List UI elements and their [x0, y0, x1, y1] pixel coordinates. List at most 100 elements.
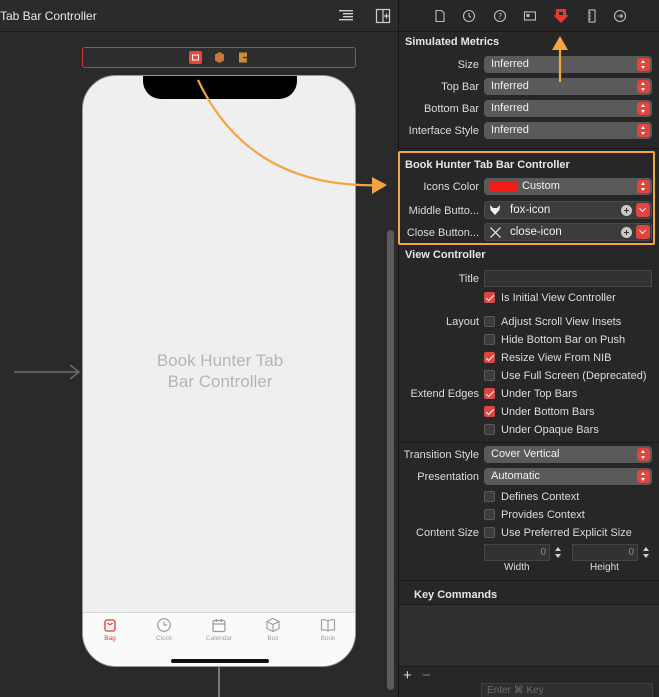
history-icon[interactable]	[462, 9, 476, 23]
add-editor-icon[interactable]	[375, 8, 391, 24]
clock-icon	[157, 618, 171, 632]
defines-context-checkbox[interactable]	[484, 491, 495, 502]
hide-bottom-bar-checkbox[interactable]	[484, 334, 495, 345]
adjust-scroll-insets-checkbox[interactable]	[484, 316, 495, 327]
canvas-scrollbar[interactable]	[387, 230, 394, 690]
first-responder-icon[interactable]	[213, 51, 226, 64]
transition-style-popup[interactable]: Cover Vertical	[484, 446, 652, 463]
popup-stepper-icon	[637, 58, 650, 71]
file-icon[interactable]	[433, 9, 447, 23]
presentation-popup[interactable]: Automatic	[484, 468, 652, 485]
storyboard-canvas[interactable]: Tab Bar Controller Book Hunter Tab Bar C…	[0, 0, 398, 697]
initial-view-controller-label: Is Initial View Controller	[501, 292, 616, 304]
home-indicator	[171, 659, 269, 663]
top-bar-label: Top Bar	[441, 81, 479, 93]
tab-label: Box	[267, 635, 279, 642]
tab-bar: Bag Clock Calendar Box Book	[83, 612, 355, 666]
transition-style-label: Transition Style	[403, 449, 479, 461]
size-value: Inferred	[491, 58, 529, 70]
width-field[interactable]: 0	[484, 544, 550, 561]
under-top-bars-checkbox[interactable]	[484, 388, 495, 399]
provides-context-label: Provides Context	[501, 509, 585, 521]
phone-scene[interactable]: Book Hunter Tab Bar Controller Bag Clock	[82, 75, 356, 667]
popup-stepper-icon	[637, 448, 650, 461]
book-icon	[320, 619, 336, 632]
size-label: Size	[457, 59, 479, 71]
calendar-icon	[212, 619, 226, 633]
size-icon[interactable]	[585, 9, 599, 23]
top-bar-value: Inferred	[491, 80, 529, 92]
height-field[interactable]: 0	[572, 544, 638, 561]
under-bottom-bars-checkbox[interactable]	[484, 406, 495, 417]
extend-edges-label: Extend Edges	[410, 388, 480, 400]
layout-label: Layout	[445, 316, 479, 328]
under-opaque-bars-checkbox[interactable]	[484, 424, 495, 435]
segue-connector	[218, 667, 220, 697]
size-popup[interactable]: Inferred	[484, 56, 652, 73]
transition-style-value: Cover Vertical	[491, 448, 560, 460]
initial-view-controller-arrow-icon	[14, 364, 81, 380]
presentation-label: Presentation	[417, 471, 479, 483]
title-label: Title	[458, 273, 479, 285]
interface-style-value: Inferred	[491, 124, 529, 136]
inspector-tab-bar: ?	[399, 0, 659, 32]
identity-icon[interactable]	[523, 9, 537, 23]
simulated-metrics-header: Simulated Metrics	[405, 36, 500, 48]
exit-icon[interactable]	[237, 51, 250, 64]
key-input[interactable]: Enter ⌘ Key	[481, 683, 653, 697]
tab-label: Book	[320, 635, 336, 642]
box-icon	[266, 617, 280, 633]
svg-text:?: ?	[498, 12, 502, 21]
interface-style-label: Interface Style	[408, 125, 479, 137]
tab-clock[interactable]: Clock	[144, 617, 184, 642]
attributes-icon[interactable]	[553, 8, 569, 24]
tab-calendar[interactable]: Calendar	[199, 617, 239, 642]
use-full-screen-label: Use Full Screen (Deprecated)	[501, 370, 647, 382]
connections-icon[interactable]	[613, 9, 627, 23]
under-top-bars-label: Under Top Bars	[501, 388, 578, 400]
height-stepper-icon[interactable]	[642, 544, 651, 561]
device-notch	[143, 76, 297, 99]
document-outline-icon[interactable]	[338, 8, 354, 24]
popup-stepper-icon	[637, 102, 650, 115]
title-field[interactable]	[484, 270, 652, 287]
popup-stepper-icon	[637, 470, 650, 483]
key-commands-header: Key Commands	[414, 589, 498, 601]
preferred-size-label: Use Preferred Explicit Size	[501, 527, 632, 539]
divider	[399, 442, 659, 443]
bag-icon	[104, 619, 116, 632]
top-bar-popup[interactable]: Inferred	[484, 78, 652, 95]
tab-box[interactable]: Box	[253, 617, 293, 642]
presentation-value: Automatic	[491, 470, 540, 482]
hide-bottom-bar-label: Hide Bottom Bar on Push	[501, 334, 626, 346]
resize-from-nib-label: Resize View From NIB	[501, 352, 612, 364]
remove-key-command-button[interactable]: −	[422, 667, 431, 684]
help-icon[interactable]: ?	[493, 9, 507, 23]
tab-label: Calendar	[205, 635, 233, 642]
adjust-scroll-insets-label: Adjust Scroll View Insets	[501, 316, 622, 328]
provides-context-checkbox[interactable]	[484, 509, 495, 520]
bottom-bar-popup[interactable]: Inferred	[484, 100, 652, 117]
popup-stepper-icon	[637, 80, 650, 93]
preferred-size-checkbox[interactable]	[484, 527, 495, 538]
under-bottom-bars-label: Under Bottom Bars	[501, 406, 595, 418]
scene-title-line-2: Bar Controller	[167, 372, 273, 391]
scene-dock	[82, 47, 356, 68]
tab-book[interactable]: Book	[308, 617, 348, 642]
divider	[399, 580, 659, 581]
width-stepper-icon[interactable]	[554, 544, 563, 561]
tab-bag[interactable]: Bag	[90, 617, 130, 642]
bottom-bar-value: Inferred	[491, 102, 529, 114]
key-commands-table[interactable]	[399, 604, 659, 666]
popup-stepper-icon	[637, 124, 650, 137]
interface-style-popup[interactable]: Inferred	[484, 122, 652, 139]
use-full-screen-checkbox[interactable]	[484, 370, 495, 381]
tab-bar-controller-icon[interactable]	[189, 51, 202, 64]
defines-context-label: Defines Context	[501, 491, 580, 503]
content-size-label: Content Size	[416, 527, 479, 539]
add-key-command-button[interactable]: +	[403, 667, 412, 684]
canvas-title: Tab Bar Controller	[0, 9, 97, 23]
resize-from-nib-checkbox[interactable]	[484, 352, 495, 363]
tab-label: Clock	[155, 635, 173, 642]
initial-view-controller-checkbox[interactable]	[484, 292, 495, 303]
